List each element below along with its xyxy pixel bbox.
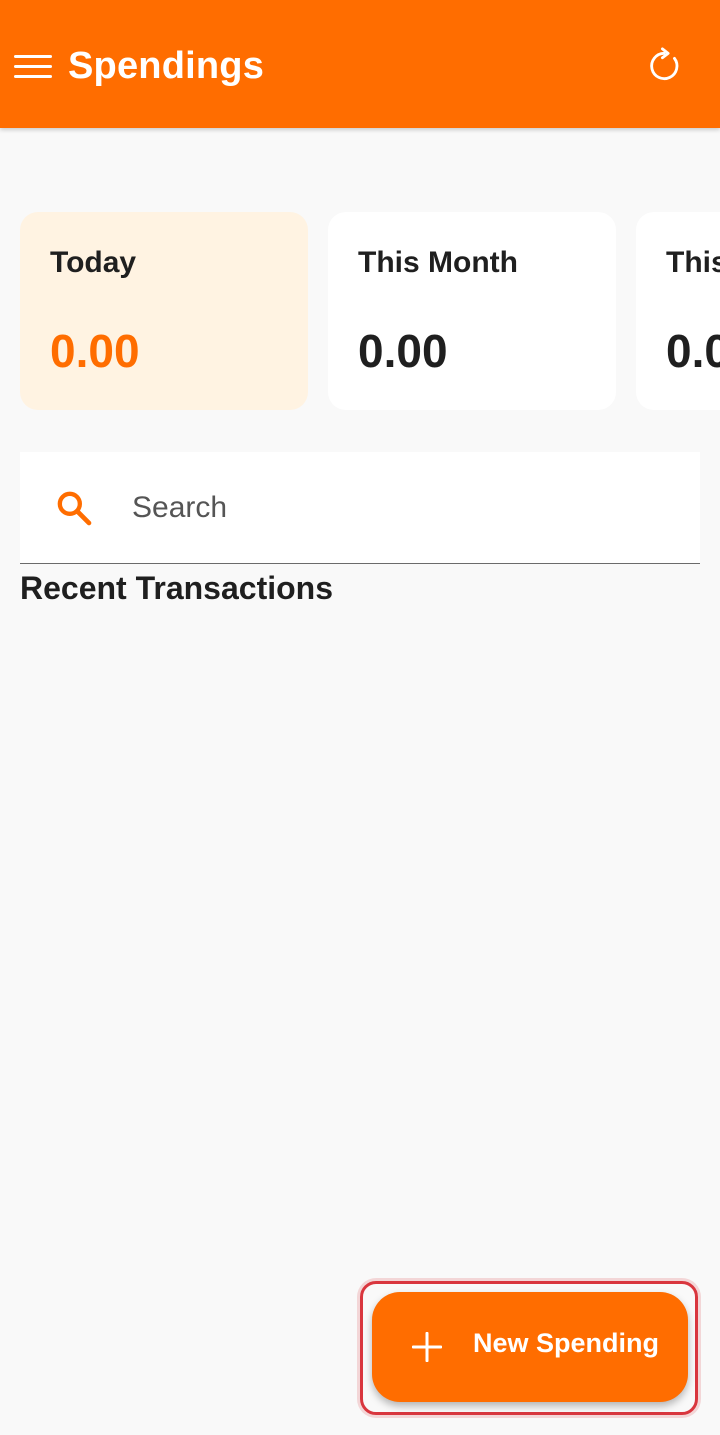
new-spending-button[interactable]: New Spending	[372, 1292, 688, 1402]
card-value: 0.00	[50, 325, 140, 377]
summary-card-this-month[interactable]: This Month 0.00	[328, 212, 616, 410]
summary-card-today[interactable]: Today 0.00	[20, 212, 308, 410]
summary-cards: Today 0.00 This Month 0.00 This 0.0	[0, 212, 720, 412]
card-label: This	[666, 246, 720, 279]
search-input[interactable]	[132, 482, 672, 534]
new-spending-label: New Spending	[473, 1328, 660, 1358]
plus-icon	[412, 1332, 442, 1362]
page-title: Spendings	[68, 45, 265, 87]
card-value: 0.00	[358, 325, 448, 377]
summary-card-third[interactable]: This 0.0	[636, 212, 720, 410]
card-label: This Month	[358, 246, 518, 279]
search-bar[interactable]	[20, 452, 700, 564]
card-label: Today	[50, 246, 137, 279]
search-icon	[57, 491, 92, 526]
hamburger-menu-icon	[14, 54, 52, 58]
card-value: 0.0	[666, 325, 720, 377]
refresh-icon	[650, 47, 679, 81]
menu-button[interactable]	[14, 46, 56, 86]
recent-transactions-title: Recent Transactions	[20, 570, 333, 606]
app-bar: Spendings	[0, 0, 720, 128]
refresh-button[interactable]	[640, 42, 688, 90]
